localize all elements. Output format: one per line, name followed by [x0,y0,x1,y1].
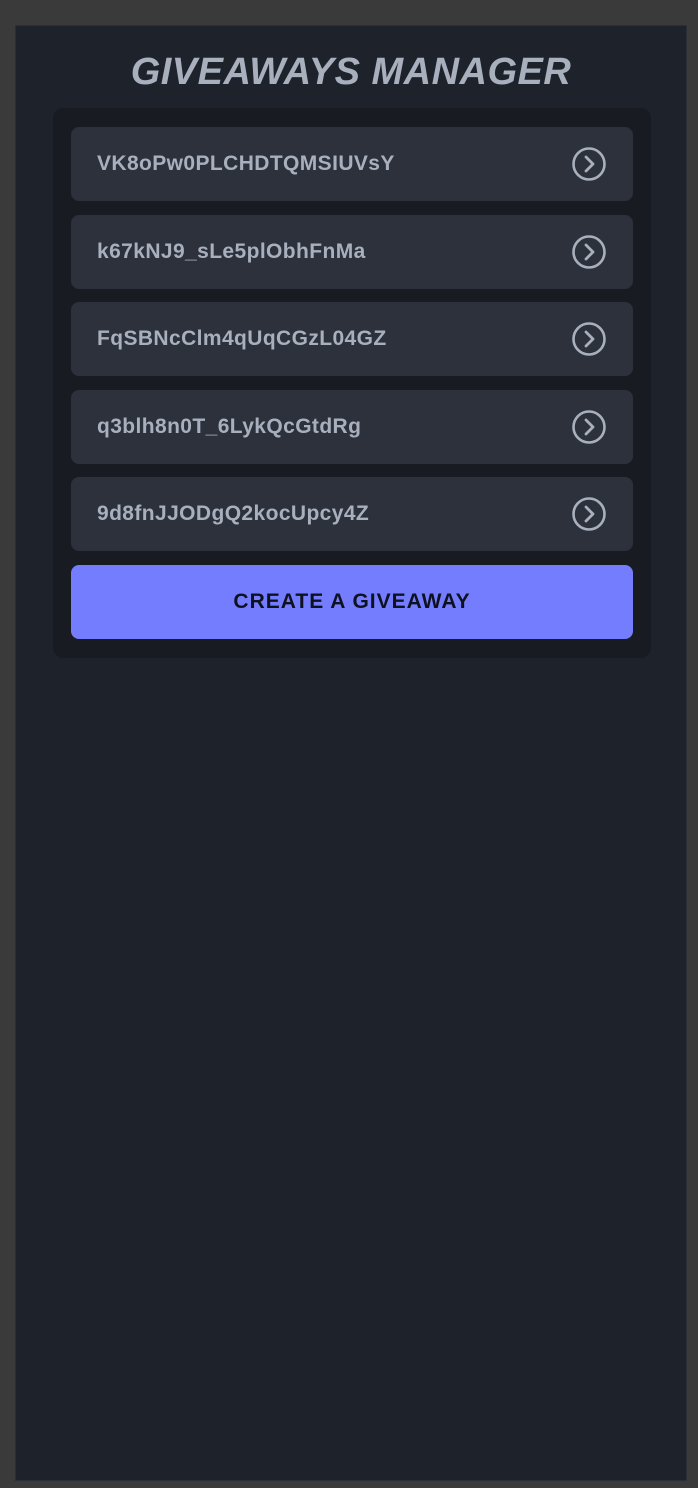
giveaways-panel: VK8oPw0PLCHDTQMSIUVsY k67kNJ9_sLe5plObhF… [53,108,651,658]
chevron-right-circle-icon[interactable] [571,409,607,445]
chevron-right-circle-icon[interactable] [571,321,607,357]
create-giveaway-button[interactable]: CREATE A GIVEAWAY [71,564,633,639]
giveaway-id-label: 9d8fnJJODgQ2kocUpcy4Z [97,502,370,525]
giveaway-item[interactable]: VK8oPw0PLCHDTQMSIUVsY [71,127,633,201]
chevron-right-circle-icon[interactable] [571,496,607,532]
giveaways-list: VK8oPw0PLCHDTQMSIUVsY k67kNJ9_sLe5plObhF… [71,127,633,551]
giveaway-id-label: VK8oPw0PLCHDTQMSIUVsY [97,152,395,175]
app-window: GIVEAWAYS MANAGER VK8oPw0PLCHDTQMSIUVsY … [15,25,687,1481]
giveaway-item[interactable]: 9d8fnJJODgQ2kocUpcy4Z [71,477,633,551]
giveaway-id-label: FqSBNcClm4qUqCGzL04GZ [97,327,387,350]
giveaway-id-label: q3blh8n0T_6LykQcGtdRg [97,414,362,438]
chevron-right-circle-icon[interactable] [571,234,607,270]
page-title: GIVEAWAYS MANAGER [130,51,572,93]
giveaway-item[interactable]: q3blh8n0T_6LykQcGtdRg [71,389,633,464]
giveaway-item[interactable]: FqSBNcClm4qUqCGzL04GZ [71,302,633,376]
giveaway-id-label: k67kNJ9_sLe5plObhFnMa [97,239,366,263]
chevron-right-circle-icon[interactable] [571,146,607,182]
giveaway-item[interactable]: k67kNJ9_sLe5plObhFnMa [71,214,633,289]
